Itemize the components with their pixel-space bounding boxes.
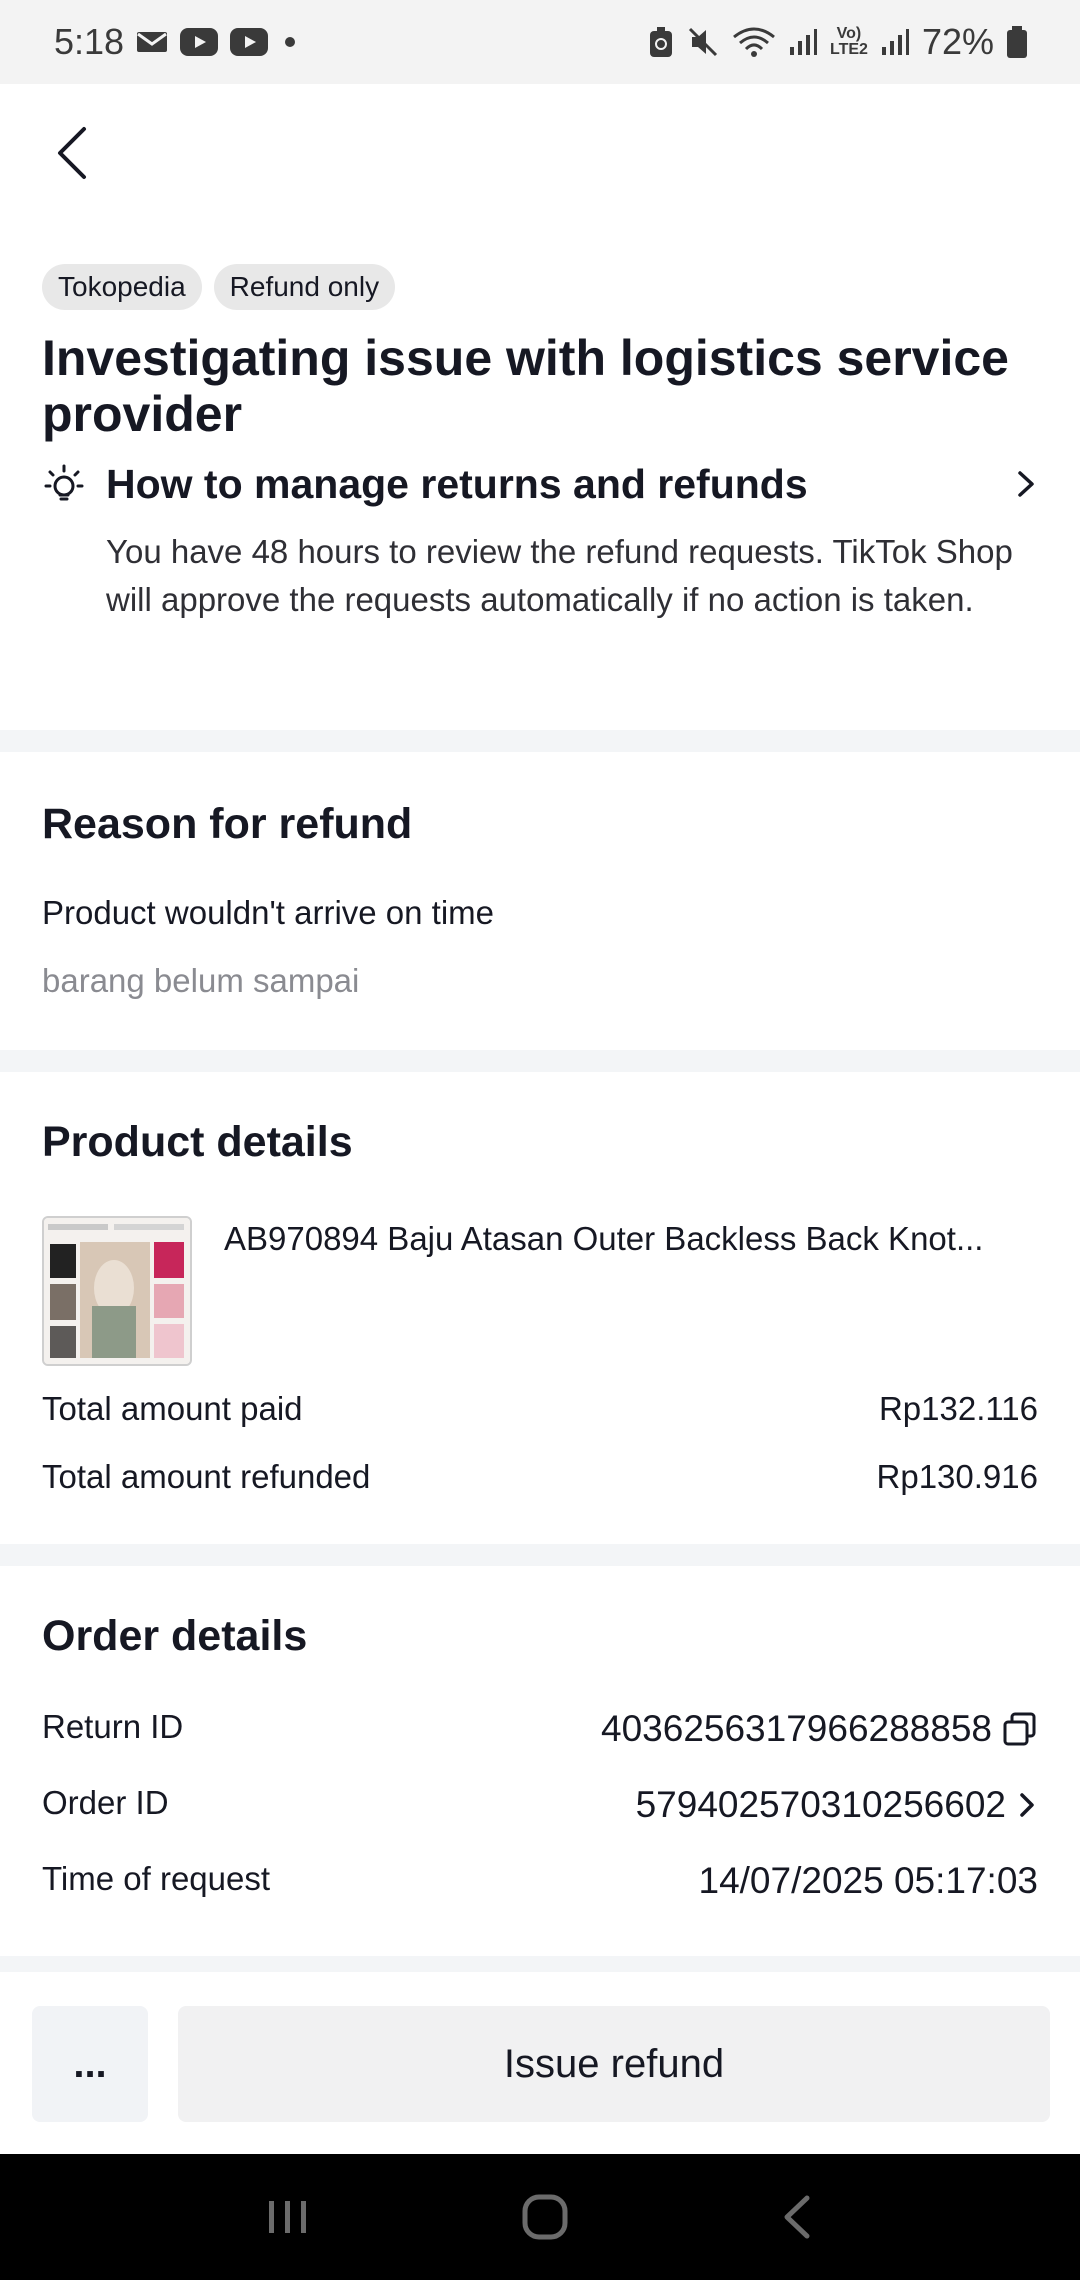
product-card: Product details AB970894 Baju Atasan Out… xyxy=(0,1072,1080,1544)
order-id-row[interactable]: Order ID 579402570310256602 xyxy=(42,1784,1038,1826)
header xyxy=(0,84,1080,222)
status-time: 5:18 xyxy=(54,21,125,62)
total-paid-row: Total amount paid Rp132.116 xyxy=(42,1390,1038,1428)
refund-status-card: Tokopedia Refund only Investigating issu… xyxy=(0,222,1080,730)
order-id-label: Order ID xyxy=(42,1784,169,1821)
time-of-request-row: Time of request 14/07/2025 05:17:03 xyxy=(42,1860,1038,1902)
guide-description: You have 48 hours to review the refund r… xyxy=(106,533,1013,618)
recent-apps-icon[interactable] xyxy=(265,2197,311,2237)
action-bar: ... Issue refund xyxy=(0,1972,1080,2154)
reason-text: Product wouldn't arrive on time xyxy=(42,894,495,931)
system-nav-bar xyxy=(0,2154,1080,2280)
platform-tag: Tokopedia xyxy=(42,264,202,310)
status-right: Vo) LTE2 72% xyxy=(648,21,1028,63)
mute-icon xyxy=(686,25,720,59)
reason-note: barang belum sampai xyxy=(42,962,360,999)
chevron-left-icon xyxy=(58,127,86,179)
tag-list: Tokopedia Refund only xyxy=(42,264,396,310)
total-paid-value: Rp132.116 xyxy=(878,1390,1038,1427)
refund-type-tag: Refund only xyxy=(213,264,396,310)
back-nav-icon[interactable] xyxy=(779,2194,815,2240)
reason-title: Reason for refund xyxy=(42,800,413,848)
back-button[interactable] xyxy=(44,118,100,188)
mail-icon xyxy=(136,30,168,54)
battery-percent: 72% xyxy=(921,21,994,62)
return-id-value: 4036256317966288858 xyxy=(601,1708,992,1749)
wifi-icon xyxy=(732,25,776,59)
battery-saver-icon xyxy=(648,25,674,59)
chevron-right-icon xyxy=(1016,1789,1038,1821)
product-thumbnail[interactable] xyxy=(42,1216,192,1366)
chevron-right-icon xyxy=(1014,467,1038,501)
time-of-request-label: Time of request xyxy=(42,1860,271,1897)
lightbulb-icon xyxy=(42,462,86,506)
youtube-icon xyxy=(180,28,219,56)
more-options-button[interactable]: ... xyxy=(32,2006,148,2122)
order-title: Order details xyxy=(42,1612,308,1660)
issue-refund-button[interactable]: Issue refund xyxy=(178,2006,1050,2122)
total-paid-label: Total amount paid xyxy=(42,1390,303,1427)
home-icon[interactable] xyxy=(520,2192,570,2242)
dot-icon xyxy=(280,32,300,52)
status-bar: 5:18 Vo) LTE2 72% xyxy=(0,0,1080,84)
product-name[interactable]: AB970894 Baju Atasan Outer Backless Back… xyxy=(224,1220,1034,1258)
order-id-value: 579402570310256602 xyxy=(635,1784,1006,1825)
reason-card: Reason for refund Product wouldn't arriv… xyxy=(0,752,1080,1050)
volte-icon: Vo) LTE2 xyxy=(830,25,868,58)
guide-title: How to manage returns and refunds xyxy=(106,460,808,507)
order-card: Order details Return ID 4036256317966288… xyxy=(0,1566,1080,1956)
time-of-request-value: 14/07/2025 05:17:03 xyxy=(698,1860,1039,1901)
product-title: Product details xyxy=(42,1118,353,1166)
battery-icon xyxy=(1006,25,1028,59)
youtube-icon xyxy=(230,28,269,56)
return-id-row: Return ID 4036256317966288858 xyxy=(42,1708,1038,1750)
status-left: 5:18 xyxy=(54,21,300,63)
signal-icon xyxy=(880,27,910,57)
copy-icon[interactable] xyxy=(1002,1711,1038,1747)
signal-icon xyxy=(788,27,818,57)
return-id-label: Return ID xyxy=(42,1708,184,1745)
total-refunded-row: Total amount refunded Rp130.916 xyxy=(42,1458,1038,1496)
status-title: Investigating issue with logistics servi… xyxy=(42,330,1009,442)
total-refunded-label: Total amount refunded xyxy=(42,1458,371,1495)
total-refunded-value: Rp130.916 xyxy=(876,1458,1038,1495)
returns-guide-link[interactable]: How to manage returns and refunds xyxy=(42,454,1038,514)
